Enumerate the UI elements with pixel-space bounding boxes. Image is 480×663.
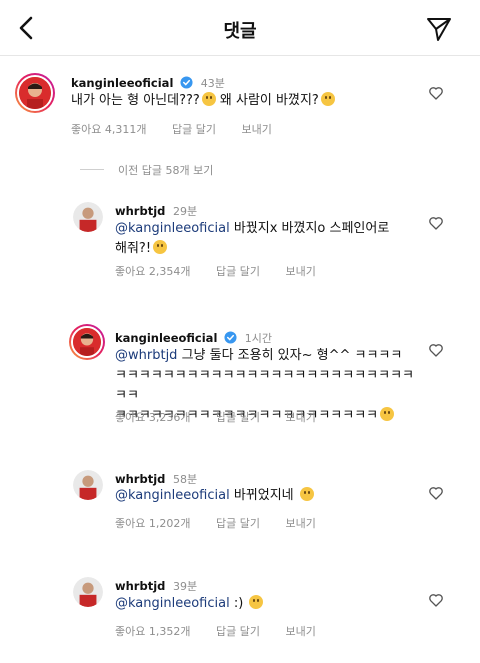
timestamp: 29분 <box>173 205 198 218</box>
mention-link[interactable]: @kanginleeoficial <box>115 596 230 611</box>
top-bar: 댓글 <box>0 0 480 56</box>
likes-count[interactable]: 좋아요 4,311개 <box>71 123 146 136</box>
likes-count[interactable]: 좋아요 1,352개 <box>115 625 190 638</box>
hush-emoji-icon <box>249 595 264 609</box>
timestamp: 58분 <box>173 473 198 486</box>
mention-link[interactable]: @kanginleeoficial <box>115 488 230 503</box>
reply-button[interactable]: 답글 달기 <box>216 265 260 278</box>
like-heart-icon[interactable] <box>428 85 444 101</box>
paper-plane-icon[interactable] <box>426 16 452 42</box>
profile-photo-icon <box>73 202 103 232</box>
avatar[interactable] <box>69 324 105 360</box>
avatar[interactable] <box>15 73 55 113</box>
comment-text: @kanginleeoficial :) <box>115 594 264 614</box>
username[interactable]: kanginleeoficial <box>71 76 173 90</box>
send-button[interactable]: 보내기 <box>285 517 315 530</box>
comment-header: kanginleeoficial 43분 <box>71 75 225 91</box>
view-more-replies[interactable]: 이전 답글 58개 보기 <box>80 162 213 178</box>
comment-header: kanginleeoficial 1시간 <box>115 330 272 346</box>
reply-button[interactable]: 답글 달기 <box>172 123 216 136</box>
divider-line <box>80 169 104 170</box>
send-button[interactable]: 보내기 <box>285 625 315 638</box>
likes-count[interactable]: 좋아요 3,236개 <box>115 411 190 424</box>
avatar[interactable] <box>73 577 103 607</box>
username[interactable]: whrbtjd <box>115 579 165 593</box>
mention-link[interactable]: @whrbtjd <box>115 348 177 363</box>
likes-count[interactable]: 좋아요 1,202개 <box>115 517 190 530</box>
reply-button[interactable]: 답글 달기 <box>216 625 260 638</box>
page-title: 댓글 <box>223 21 257 42</box>
comment-header: whrbtjd 39분 <box>115 578 197 594</box>
reply-button[interactable]: 답글 달기 <box>216 411 260 424</box>
profile-photo-icon <box>73 328 101 356</box>
like-heart-icon[interactable] <box>428 485 444 501</box>
comment-actions: 좋아요 4,311개 답글 달기 보내기 <box>71 121 294 137</box>
send-button[interactable]: 보내기 <box>285 265 315 278</box>
avatar[interactable] <box>73 470 103 500</box>
profile-photo-icon <box>73 577 103 607</box>
like-heart-icon[interactable] <box>428 592 444 608</box>
flushed-emoji-icon <box>201 92 216 106</box>
verified-badge-icon <box>180 76 193 89</box>
reply-button[interactable]: 답글 달기 <box>216 517 260 530</box>
comment-actions: 좋아요 1,352개 답글 달기 보내기 <box>115 623 338 639</box>
profile-photo-icon <box>19 77 51 109</box>
like-heart-icon[interactable] <box>428 215 444 231</box>
username[interactable]: whrbtjd <box>115 204 165 218</box>
mention-link[interactable]: @kanginleeoficial <box>115 221 230 236</box>
comment-text: 내가 아는 형 아닌데??? 왜 사람이 바꼈지? <box>71 91 335 111</box>
comment-text: @kanginleeoficial 바뀌었지네 <box>115 486 314 506</box>
timestamp: 1시간 <box>244 332 272 345</box>
smile-emoji-icon <box>299 487 314 501</box>
likes-count[interactable]: 좋아요 2,354개 <box>115 265 190 278</box>
comment-actions: 좋아요 2,354개 답글 달기 보내기 <box>115 263 338 279</box>
comment-header: whrbtjd 29분 <box>115 203 197 219</box>
smirk-emoji-icon <box>380 407 395 421</box>
timestamp: 39분 <box>173 580 198 593</box>
timestamp: 43분 <box>200 77 225 90</box>
username[interactable]: whrbtjd <box>115 472 165 486</box>
profile-photo-icon <box>73 470 103 500</box>
avatar[interactable] <box>73 202 103 232</box>
send-button[interactable]: 보내기 <box>241 123 271 136</box>
sweat-smile-emoji-icon <box>320 92 335 106</box>
tongue-emoji-icon <box>153 240 168 254</box>
comment-actions: 좋아요 1,202개 답글 달기 보내기 <box>115 515 338 531</box>
comment-actions: 좋아요 3,236개 답글 달기 보내기 <box>115 409 338 425</box>
verified-badge-icon <box>224 331 237 344</box>
comment-header: whrbtjd 58분 <box>115 471 197 487</box>
username[interactable]: kanginleeoficial <box>115 331 217 345</box>
like-heart-icon[interactable] <box>428 342 444 358</box>
comment-text: @kanginleeoficial 바꿨지x 바꼈지o 스페인어로 해줘?! <box>115 221 390 256</box>
send-button[interactable]: 보내기 <box>285 411 315 424</box>
